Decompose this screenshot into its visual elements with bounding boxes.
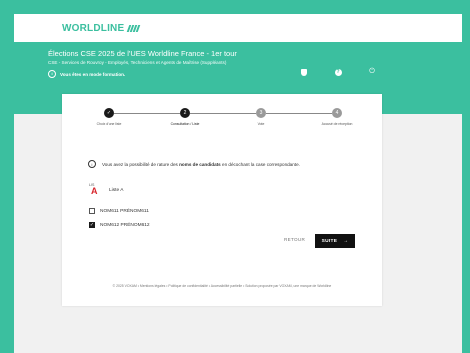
stepper-line <box>114 113 180 114</box>
help-icon[interactable]: ? <box>334 68 342 76</box>
list-logo-letter: A <box>91 186 98 196</box>
step-4-label: Accusé de réception <box>321 122 353 126</box>
logo-mark-icon <box>127 24 141 32</box>
info-icon: i <box>88 160 96 168</box>
stepper-line <box>266 113 332 114</box>
candidate-row[interactable]: NOM611 PRÉNOM611 <box>89 208 149 214</box>
list-header: LIS A Liste A <box>89 183 123 197</box>
next-button-label: SUITE <box>321 238 338 244</box>
step-1-label: Choix d'une liste <box>96 122 122 126</box>
candidate-row[interactable]: ✓ NOM612 PRÉNOM612 <box>89 222 150 228</box>
instruction-bold: noms de candidats <box>179 161 221 167</box>
top-bar: WORLDLINE <box>14 14 462 42</box>
arrow-right-icon: → <box>343 238 349 244</box>
candidate-name: NOM611 PRÉNOM611 <box>100 208 149 214</box>
step-2-label: Consultation / Liste <box>170 122 200 126</box>
worldline-logo[interactable]: WORLDLINE <box>62 22 141 34</box>
training-mode-text: Vous êtes en mode formation. <box>60 71 126 77</box>
step-3-label: Vote <box>257 122 265 126</box>
instruction-part: en décochant la case correspondante. <box>220 161 300 167</box>
instruction-part: Vous avez la possibilité de rature des <box>102 161 180 167</box>
step-4-marker: 4 <box>332 108 342 118</box>
training-mode-notice: i Vous êtes en mode formation. <box>48 70 125 78</box>
back-button[interactable]: RETOUR <box>284 237 305 242</box>
progress-stepper: ✓ 2 3 4 Choix d'une liste Consultation /… <box>62 108 382 138</box>
candidate-checkbox[interactable] <box>89 208 95 214</box>
list-name: Liste A <box>109 187 124 193</box>
step-3-marker: 3 <box>256 108 266 118</box>
list-logo: LIS A <box>89 183 101 197</box>
step-2-marker: 2 <box>180 108 190 118</box>
instruction-sentence: Vous avez la possibilité de rature des n… <box>102 162 300 167</box>
page: WORLDLINE Élections CSE 2025 de l'UES Wo… <box>14 14 462 353</box>
footer-links: © 2025 VOXAM • Mentions légales • Politi… <box>112 284 332 288</box>
candidate-checkbox[interactable]: ✓ <box>89 222 95 228</box>
shield-icon[interactable] <box>300 68 308 76</box>
election-subtitle: CSE - Services de Rouvroy - Employés, Te… <box>48 60 227 65</box>
stepper-line <box>190 113 256 114</box>
ballot-card: ✓ 2 3 4 Choix d'une liste Consultation /… <box>62 94 382 306</box>
step-1-check-icon: ✓ <box>104 108 114 118</box>
info-icon: i <box>48 70 56 78</box>
election-title: Élections CSE 2025 de l'UES Worldline Fr… <box>48 49 237 58</box>
logo-text: WORLDLINE <box>62 22 125 34</box>
power-icon[interactable]: ⏻ <box>368 68 376 76</box>
instruction-text: i Vous avez la possibilité de rature des… <box>88 160 300 168</box>
candidate-name: NOM612 PRÉNOM612 <box>100 222 150 228</box>
next-button[interactable]: SUITE → <box>315 234 355 248</box>
banner-actions: ? ⏻ <box>300 68 376 76</box>
